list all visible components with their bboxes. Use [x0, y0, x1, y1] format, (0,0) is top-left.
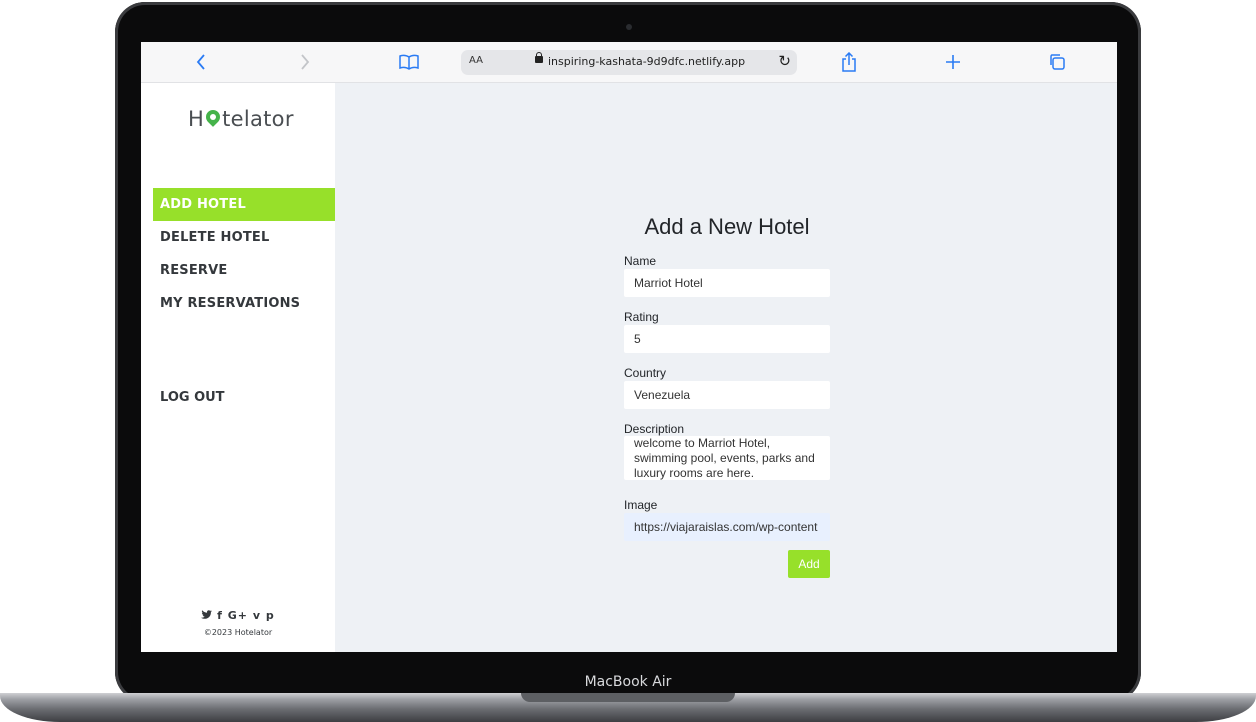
url-text: inspiring-kashata-9d9dfc.netlify.app	[548, 55, 746, 68]
laptop-hinge-notch	[521, 693, 735, 702]
logo[interactable]: Htelator	[188, 107, 294, 131]
map-pin-icon	[203, 107, 223, 128]
browser-toolbar: AA inspiring-kashata-9d9dfc.netlify.app …	[141, 42, 1117, 83]
screen: AA inspiring-kashata-9d9dfc.netlify.app …	[141, 42, 1117, 652]
share-icon[interactable]	[837, 50, 861, 74]
rating-label: Rating	[624, 310, 659, 324]
forward-icon[interactable]	[293, 50, 317, 74]
new-tab-icon[interactable]	[941, 50, 965, 74]
sidebar-item-add-hotel[interactable]: ADD HOTEL	[153, 188, 335, 221]
image-url-input[interactable]	[624, 513, 830, 541]
add-button[interactable]: Add	[788, 550, 830, 578]
bookmarks-icon[interactable]	[397, 50, 421, 74]
logout-link[interactable]: LOG OUT	[153, 381, 225, 414]
rating-input[interactable]	[624, 325, 830, 353]
tabs-overview-icon[interactable]	[1045, 50, 1069, 74]
logo-text-suffix: telator	[222, 107, 294, 131]
facebook-icon[interactable]: f	[217, 609, 223, 622]
description-label: Description	[624, 422, 685, 436]
description-textarea[interactable]: welcome to Marriot Hotel, swimming pool,…	[624, 436, 830, 480]
pinterest-icon[interactable]: p	[266, 609, 275, 622]
google-plus-icon[interactable]: G+	[228, 609, 248, 622]
logo-text-prefix: H	[188, 107, 205, 131]
social-links: f G+ v p	[141, 609, 335, 622]
sidebar-item-delete-hotel[interactable]: DELETE HOTEL	[153, 221, 335, 254]
country-input[interactable]	[624, 381, 830, 409]
text-size-button[interactable]: AA	[469, 55, 483, 66]
address-bar[interactable]: AA inspiring-kashata-9d9dfc.netlify.app …	[461, 50, 797, 75]
vimeo-icon[interactable]: v	[253, 609, 261, 622]
camera-icon	[626, 24, 632, 30]
lock-icon	[535, 52, 543, 63]
name-input[interactable]	[624, 269, 830, 297]
device-label: MacBook Air	[584, 674, 672, 690]
page-title: Add a New Hotel	[644, 214, 810, 239]
twitter-icon[interactable]	[201, 609, 217, 622]
sidebar-item-reserve[interactable]: RESERVE	[153, 254, 335, 287]
sidebar-item-my-reservations[interactable]: MY RESERVATIONS	[153, 287, 335, 320]
sidebar: Htelator ADD HOTEL DELETE HOTEL RESERVE …	[141, 83, 335, 652]
name-label: Name	[624, 254, 657, 268]
back-icon[interactable]	[189, 50, 213, 74]
image-label: Image	[624, 498, 658, 512]
sidebar-nav: ADD HOTEL DELETE HOTEL RESERVE MY RESERV…	[153, 188, 335, 320]
reload-icon[interactable]: ↻	[778, 52, 791, 70]
copyright-text: ©2023 Hotelator	[203, 628, 273, 637]
country-label: Country	[624, 366, 667, 380]
